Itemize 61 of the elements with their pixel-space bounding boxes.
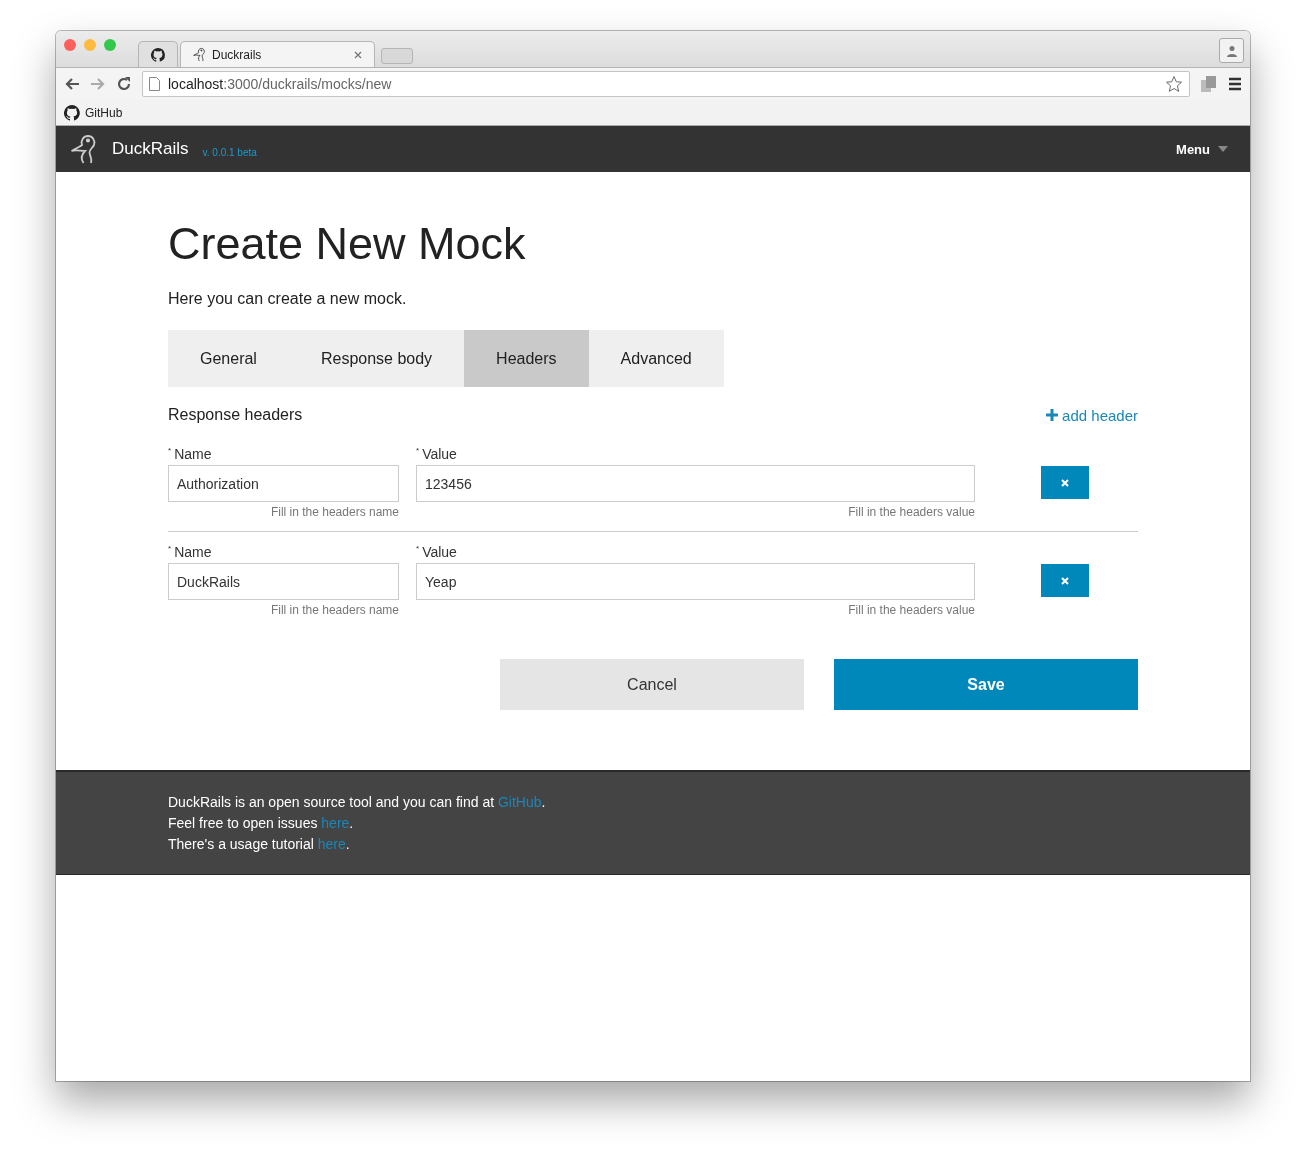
- octocat-icon: [151, 46, 165, 63]
- close-icon[interactable]: [354, 50, 362, 59]
- footer-text: Feel free to open issues here.: [168, 815, 355, 831]
- bookmark-link[interactable]: GitHub: [64, 104, 123, 121]
- cancel-button[interactable]: Cancel: [500, 659, 804, 710]
- save-button[interactable]: Save: [834, 659, 1138, 710]
- form-tab[interactable]: Advanced: [588, 330, 724, 387]
- reload-icon[interactable]: [116, 76, 132, 92]
- required-mark: *: [416, 544, 420, 553]
- form-tab[interactable]: General: [168, 330, 289, 387]
- required-mark: *: [168, 544, 172, 553]
- menu-icon[interactable]: [1228, 77, 1242, 91]
- window-close-light[interactable]: [64, 39, 76, 51]
- back-arrow-icon[interactable]: [64, 77, 80, 91]
- octocat-icon: [64, 104, 80, 121]
- browser-tab[interactable]: [138, 41, 178, 67]
- caret-icon: [1218, 146, 1228, 152]
- duck-logo-icon: [193, 46, 207, 63]
- version-label: v. 0.0.1 beta: [202, 146, 257, 158]
- close-icon: [1061, 576, 1069, 585]
- forward-arrow-icon[interactable]: [90, 77, 106, 91]
- value-input[interactable]: Yeap: [416, 563, 975, 600]
- add-header-link[interactable]: add header: [1046, 406, 1138, 424]
- browser-tab[interactable]: Duckrails: [180, 41, 375, 67]
- profile-button[interactable]: [1219, 38, 1244, 63]
- form-tab[interactable]: Headers: [464, 330, 589, 387]
- close-icon: [1061, 478, 1069, 487]
- footer-text: DuckRails is an open source tool and you can find at GitHub.: [168, 794, 547, 810]
- field-label: Value: [422, 544, 457, 560]
- brand-name[interactable]: DuckRails: [112, 139, 189, 159]
- name-input[interactable]: Authorization: [168, 465, 399, 502]
- window-zoom-light[interactable]: [104, 39, 116, 51]
- new-tab-button[interactable]: [381, 48, 413, 64]
- field-label: Value: [422, 446, 457, 462]
- remove-button[interactable]: [1041, 466, 1089, 499]
- name-input[interactable]: DuckRails: [168, 563, 399, 600]
- required-mark: *: [416, 446, 420, 455]
- help-text: Fill in the headers name: [269, 603, 399, 617]
- required-mark: *: [168, 446, 172, 455]
- person-icon: [1225, 44, 1238, 57]
- window-minimize-light[interactable]: [84, 39, 96, 51]
- help-text: Fill in the headers value: [847, 505, 975, 519]
- value-input[interactable]: 123456: [416, 465, 975, 502]
- footer-text: There's a usage tutorial here.: [168, 836, 351, 852]
- form-tab[interactable]: Response body: [288, 330, 465, 387]
- page-title: Create New Mock: [168, 218, 527, 270]
- page-subtitle: Here you can create a new mock.: [168, 290, 408, 308]
- menu-dropdown[interactable]: Menu: [1176, 141, 1228, 157]
- help-text: Fill in the headers value: [847, 603, 975, 617]
- plus-icon: [1046, 409, 1059, 421]
- address-bar[interactable]: localhost:3000/duckrails/mocks/new: [142, 71, 1190, 97]
- field-label: Name: [174, 544, 212, 560]
- star-icon[interactable]: [1165, 75, 1183, 93]
- url-host: localhost: [168, 76, 224, 92]
- section-title: Response headers: [168, 406, 303, 424]
- extension-icon[interactable]: [1200, 75, 1218, 93]
- remove-button[interactable]: [1041, 564, 1089, 597]
- field-label: Name: [174, 446, 212, 462]
- url-path: :3000/duckrails/mocks/new: [223, 76, 392, 92]
- help-text: Fill in the headers name: [269, 505, 399, 519]
- page-icon: [149, 77, 160, 91]
